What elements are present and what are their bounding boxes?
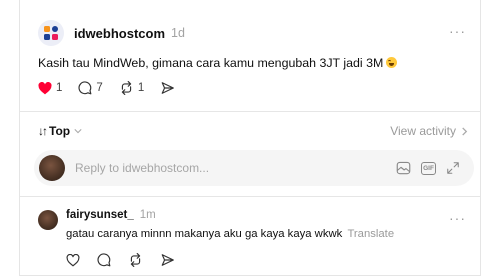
commenter-username[interactable]: fairysunset_ [66,209,134,221]
comment-bubble-icon [78,81,92,95]
comment-button[interactable]: 7 [78,81,103,95]
author-avatar[interactable] [38,20,64,46]
rolling-laughing-emoji-icon [386,57,398,68]
author-username[interactable]: idwebhostcom [74,26,165,41]
repost-count: 1 [137,82,145,94]
comment-like-button[interactable] [66,253,80,272]
like-count: 1 [56,82,63,94]
post-actions: 1 7 1 [38,80,191,96]
idwebhost-logo-icon [44,26,58,40]
repost-icon [121,81,131,95]
comment-body: gatau caranya minnn makanya aku ga kaya … [66,228,343,240]
chevron-down-icon [74,129,82,134]
commenter-avatar[interactable] [38,210,58,230]
reply-tools: GIF [386,161,460,175]
comment-bubble-icon [97,253,111,267]
comment-timestamp: 1m [139,209,156,221]
comment-count: 7 [96,82,103,94]
chevron-right-icon [462,126,468,136]
comment-reply-button[interactable] [97,253,111,272]
gif-button[interactable]: GIF [421,161,436,175]
comment-share-button[interactable] [160,253,175,272]
current-user-avatar [39,155,65,181]
comment-actions [66,253,192,272]
comment-header: fairysunset_ 1m [66,209,156,221]
reply-composer[interactable]: Reply to idwebhostcom... GIF [34,150,474,186]
send-icon [161,82,175,94]
comment-repost-button[interactable] [128,253,143,272]
like-button[interactable]: 1 [38,81,63,95]
sort-arrows-icon: ↓↑ [38,124,48,138]
post-more-options-icon[interactable]: ··· [449,24,466,38]
share-button[interactable] [160,81,175,95]
repost-button[interactable]: 1 [119,81,144,95]
post-header: idwebhostcom 1d [38,20,185,46]
send-icon [161,254,174,266]
sort-dropdown[interactable]: ↓↑ Top [38,124,82,138]
view-activity-label: View activity [390,124,456,138]
divider [20,196,480,197]
view-activity-link[interactable]: View activity [390,124,468,138]
expand-icon[interactable] [446,161,460,175]
reply-input[interactable]: Reply to idwebhostcom... [75,161,386,175]
post-timestamp: 1d [171,26,185,40]
image-icon[interactable] [396,161,411,175]
divider [20,111,480,112]
comment-more-options-icon[interactable]: ··· [449,211,466,225]
heart-icon [66,253,80,266]
post-body: Kasih tau MindWeb, gimana cara kamu meng… [38,56,384,70]
sort-label: Top [49,124,71,138]
translate-link[interactable]: Translate [347,228,394,240]
comment-text: gatau caranya minnn makanya aku ga kaya … [66,228,394,240]
repost-icon [130,253,141,267]
heart-filled-icon [38,81,52,94]
post-text: Kasih tau MindWeb, gimana cara kamu meng… [38,56,398,70]
